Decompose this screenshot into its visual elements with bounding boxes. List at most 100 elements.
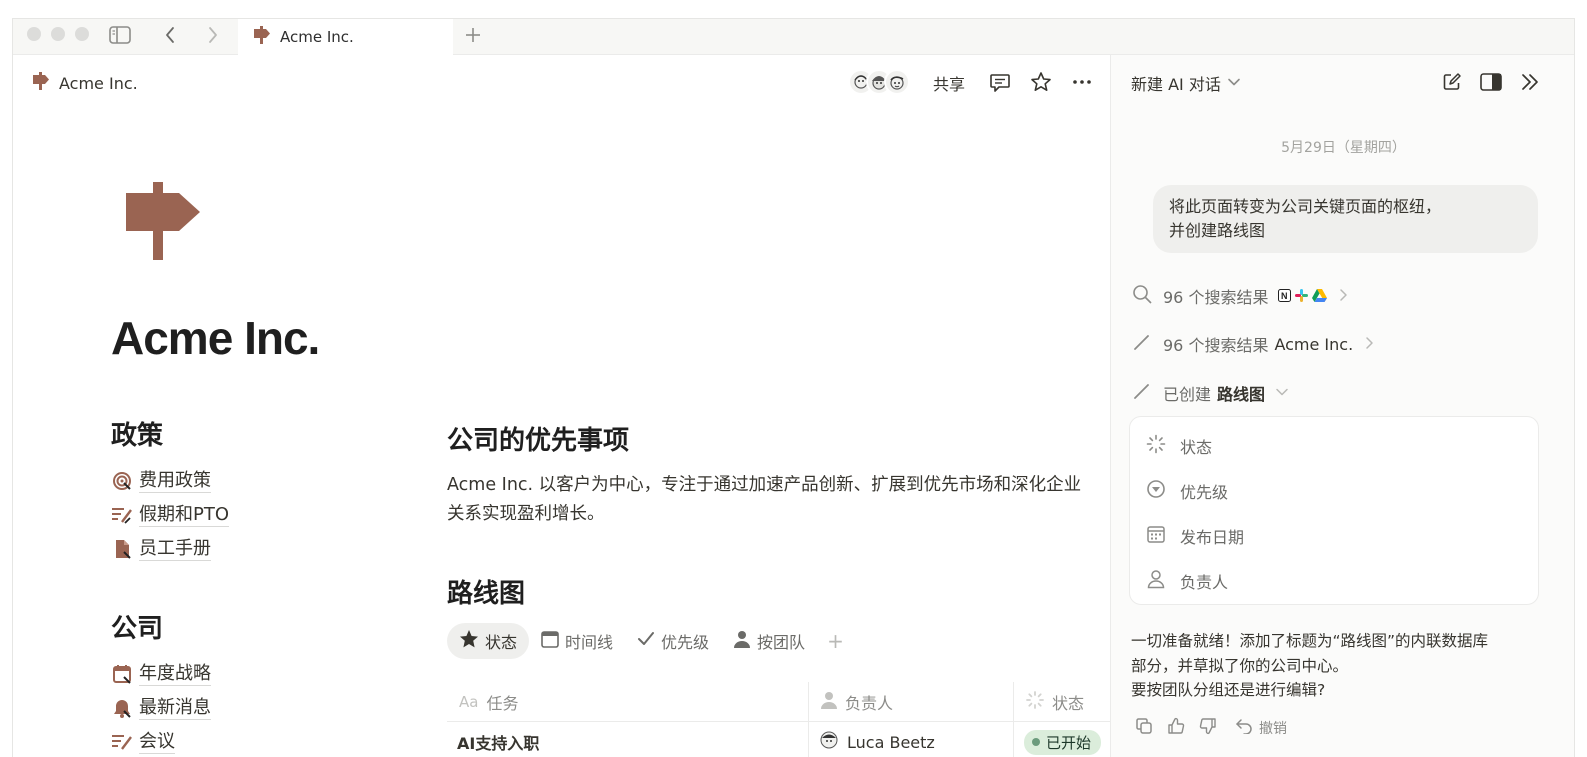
new-ai-chat-dropdown[interactable]: 新建 AI 对话	[1131, 71, 1241, 95]
view-tab-priority[interactable]: 优先级	[625, 623, 721, 659]
source-icons: N	[1278, 287, 1328, 306]
panel-layout-icon[interactable]	[1478, 69, 1504, 95]
roadmap-table: Aa 任务 负责人 状态 AI支持入职 Luca Beetz 已开始	[447, 681, 1110, 757]
link-expense-policy[interactable]: 费用政策	[111, 464, 411, 498]
search-step[interactable]: 96 个搜索结果 N	[1131, 283, 1349, 309]
link-annual-strategy[interactable]: 年度战略	[111, 657, 411, 691]
new-tab-button[interactable]	[461, 23, 485, 47]
edit-list-icon	[111, 731, 133, 753]
owner-cell[interactable]: Luca Beetz	[809, 722, 1014, 757]
tab-title: Acme Inc.	[280, 28, 354, 46]
star-icon	[459, 629, 479, 653]
task-cell[interactable]: AI支持入职	[447, 722, 809, 757]
user-message-line: 将此页面转变为公司关键页面的枢纽，	[1169, 197, 1442, 216]
app-window: Acme Inc. Acme Inc. 共享 Acme Inc. 政策 费用政策…	[12, 18, 1575, 757]
page-signpost-icon[interactable]	[123, 182, 203, 264]
column-label: 状态	[1052, 693, 1085, 713]
avatar[interactable]	[884, 69, 910, 95]
property-status[interactable]: 状态	[1130, 423, 1538, 468]
owner-name: Luca Beetz	[847, 732, 935, 752]
ai-reply: 一切准备就绪！添加了标题为“路线图”的内联数据库 部分，并草拟了你的公司中心。 …	[1131, 629, 1551, 703]
pencil-icon	[1131, 331, 1153, 357]
property-label: 优先级	[1180, 482, 1229, 502]
search-icon	[1131, 283, 1153, 309]
link-label: 员工手册	[139, 537, 211, 561]
property-label: 发布日期	[1180, 527, 1245, 547]
link-label: 费用政策	[139, 469, 211, 493]
calendar-icon	[541, 630, 559, 652]
property-priority[interactable]: 优先级	[1130, 468, 1538, 513]
calendar-icon	[111, 663, 133, 685]
minimize-window-button[interactable]	[51, 27, 65, 41]
roadmap-heading: 路线图	[447, 579, 526, 609]
chevron-down-icon	[1227, 74, 1241, 93]
back-arrow-icon[interactable]	[158, 23, 182, 47]
link-vacation-pto[interactable]: 假期和PTO	[111, 498, 411, 532]
share-button[interactable]: 共享	[933, 71, 965, 95]
google-drive-icon	[1312, 287, 1328, 306]
view-tab-timeline[interactable]: 时间线	[529, 623, 625, 659]
loading-status-icon	[1026, 690, 1044, 713]
comments-icon[interactable]	[987, 69, 1013, 95]
copy-icon[interactable]	[1135, 717, 1153, 739]
property-release-date[interactable]: 发布日期	[1130, 513, 1538, 558]
add-view-button[interactable]: +	[827, 629, 844, 653]
person-icon	[1146, 569, 1166, 593]
signpost-icon	[31, 71, 51, 95]
view-tab-status[interactable]: 状态	[447, 623, 530, 659]
collaborator-avatars[interactable]	[848, 69, 910, 95]
undo-button[interactable]: 撤销	[1235, 718, 1287, 738]
status-cell[interactable]: 已开始	[1014, 722, 1110, 757]
right-column: 公司的优先事项 Acme Inc. 以客户为中心，专注于通过加速产品创新、扩展到…	[447, 420, 1107, 660]
ai-reply-line: 一切准备就绪！添加了标题为“路线图”的内联数据库	[1131, 632, 1489, 650]
column-header-status[interactable]: 状态	[1014, 682, 1110, 722]
forward-arrow-icon[interactable]	[201, 23, 225, 47]
chevron-right-icon	[1363, 335, 1375, 354]
link-label: 最新消息	[139, 696, 211, 720]
calendar-icon	[1146, 524, 1166, 548]
more-options-icon[interactable]	[1069, 69, 1095, 95]
step-label: 已创建	[1163, 385, 1212, 404]
slack-icon	[1295, 287, 1309, 306]
table-row[interactable]: AI支持入职 Luca Beetz 已开始	[447, 722, 1110, 757]
created-step[interactable]: 已创建 路线图	[1131, 380, 1289, 406]
left-column: 政策 费用政策 假期和PTO 员工手册 公司 年度战略 最新消息 会议	[111, 415, 411, 757]
tab-bar: Acme Inc.	[13, 19, 1574, 55]
link-meetings[interactable]: 会议	[111, 725, 411, 757]
close-window-button[interactable]	[27, 27, 41, 41]
link-label: 会议	[139, 730, 175, 754]
database-view-tabs: 状态 时间线 优先级 按团队 +	[447, 622, 1107, 660]
view-tab-by-team[interactable]: 按团队	[721, 623, 817, 659]
view-label: 时间线	[565, 633, 614, 652]
created-properties-list: 状态 优先级 发布日期 负责人	[1129, 416, 1539, 605]
compose-icon[interactable]	[1439, 69, 1465, 95]
pencil-icon	[1131, 380, 1153, 406]
zoom-window-button[interactable]	[75, 27, 89, 41]
sidebar-toggle-icon[interactable]	[108, 23, 132, 47]
check-icon	[637, 630, 655, 652]
step-target: Acme Inc.	[1274, 334, 1354, 354]
step-label: 96 个搜索结果	[1163, 288, 1269, 307]
page-title[interactable]: Acme Inc.	[111, 311, 320, 365]
link-label: 假期和PTO	[139, 503, 230, 527]
column-header-owner[interactable]: 负责人	[809, 681, 1014, 722]
table-header: Aa 任务 负责人 状态	[447, 681, 1110, 722]
property-owner[interactable]: 负责人	[1130, 558, 1538, 603]
page-area: Acme Inc. 共享 Acme Inc. 政策 费用政策 假期和PTO 员工…	[13, 55, 1110, 757]
edit-step[interactable]: 96 个搜索结果 Acme Inc.	[1131, 331, 1375, 357]
favorite-star-icon[interactable]	[1028, 69, 1054, 95]
tab-acme[interactable]: Acme Inc.	[238, 19, 453, 55]
status-badge: 已开始	[1024, 729, 1102, 755]
breadcrumb-label: Acme Inc.	[59, 73, 138, 93]
link-employee-handbook[interactable]: 员工手册	[111, 532, 411, 566]
column-header-task[interactable]: Aa 任务	[447, 681, 809, 722]
chevron-right-icon	[1337, 287, 1349, 306]
collapse-panel-icon[interactable]	[1517, 69, 1543, 95]
link-latest-news[interactable]: 最新消息	[111, 691, 411, 725]
thumbs-up-icon[interactable]	[1167, 717, 1185, 739]
view-label: 按团队	[757, 633, 806, 652]
breadcrumb[interactable]: Acme Inc.	[31, 71, 138, 95]
status-label: 已开始	[1046, 733, 1092, 752]
property-label: 状态	[1180, 437, 1213, 457]
thumbs-down-icon[interactable]	[1199, 717, 1217, 739]
